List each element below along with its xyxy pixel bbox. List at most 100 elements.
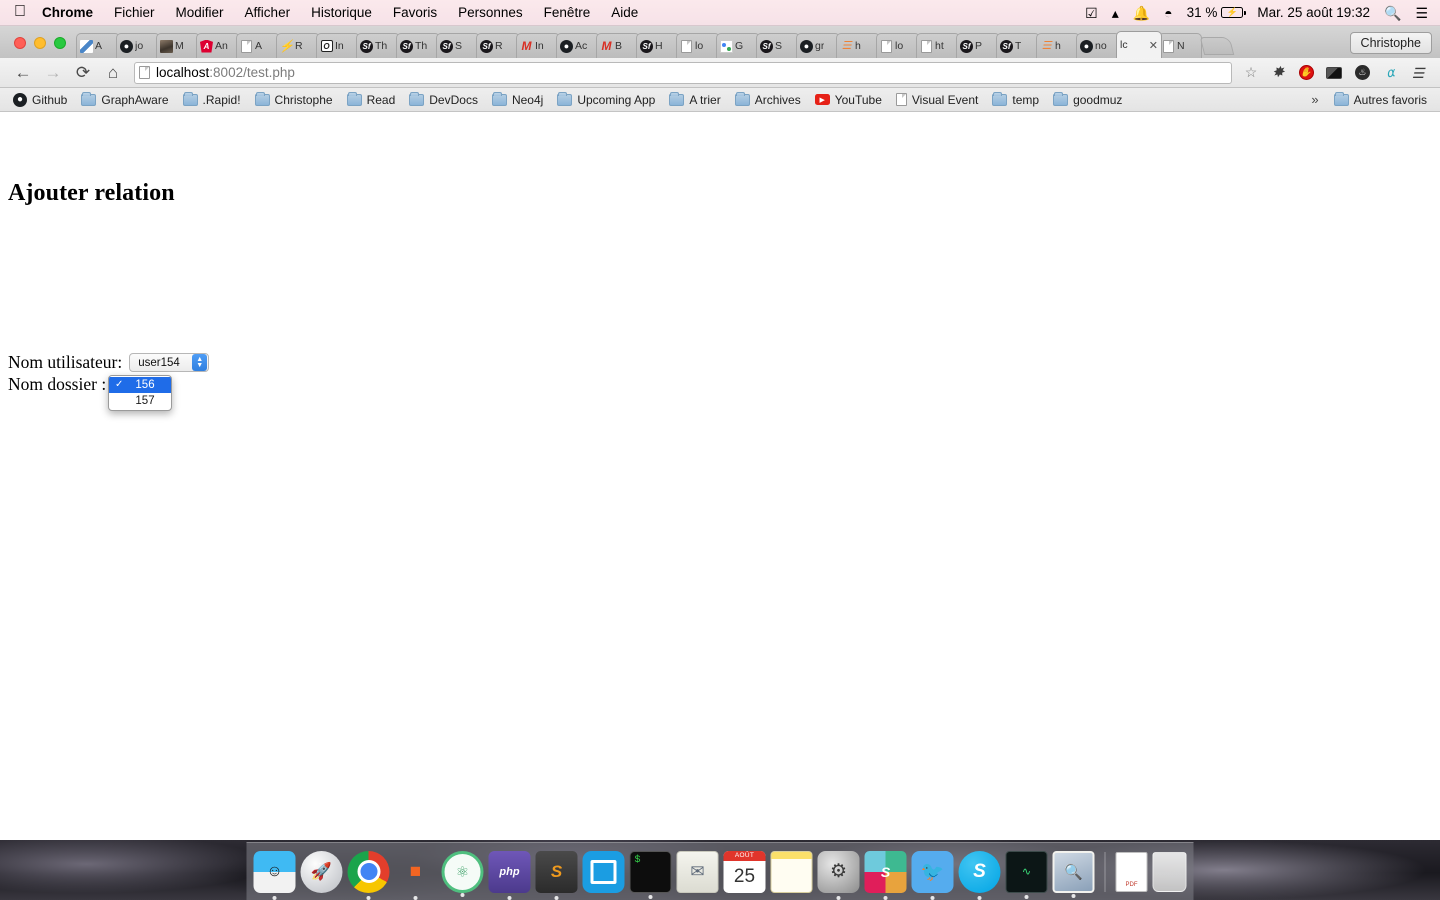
browser-tab[interactable]: A [76, 33, 120, 58]
bookmark-archives[interactable]: Archives [728, 91, 808, 108]
bookmark-a-trier[interactable]: A trier [662, 91, 727, 108]
dock-item-sequel-pro[interactable] [582, 850, 625, 893]
menu-item-aide[interactable]: Aide [611, 5, 638, 20]
notification-center-icon[interactable]: ☰ [1415, 6, 1428, 20]
spotlight-search-icon[interactable]: 🔍 [1384, 6, 1401, 20]
browser-tab[interactable]: MB [596, 33, 640, 58]
browser-tab[interactable]: Sf H [636, 33, 680, 58]
dock-item-twitter[interactable]: 🐦 [911, 850, 954, 900]
browser-tab[interactable]: Sf Th [356, 33, 400, 58]
browser-tab[interactable]: Sf Th [396, 33, 440, 58]
dock-item-pdf-document[interactable]: PDF [1115, 851, 1148, 892]
browser-tab[interactable]: ht [916, 33, 960, 58]
apple-icon[interactable]:  [14, 3, 26, 20]
dock-item-preview[interactable]: 🔍 [1052, 850, 1095, 898]
menu-item-historique[interactable]: Historique [311, 5, 372, 20]
dock-item-slack[interactable]: S [864, 850, 907, 900]
browser-tab[interactable]: ● jo [116, 33, 160, 58]
bookmark-christophe[interactable]: Christophe [248, 91, 340, 108]
dock-item-mail[interactable]: ✉ [676, 850, 719, 893]
browser-tab[interactable]: A An [196, 33, 240, 58]
browser-tab[interactable]: ⚡ R [276, 33, 320, 58]
bell-icon[interactable]: 🔔 [1133, 6, 1150, 20]
bookmark-neo4j[interactable]: Neo4j [485, 91, 550, 108]
browser-tab[interactable]: Sf R [476, 33, 520, 58]
home-icon[interactable]: ⌂ [98, 64, 128, 81]
bookmarks-overflow-chevron[interactable]: » [1303, 92, 1326, 107]
browser-tab[interactable]: A [236, 33, 280, 58]
bookmark-youtube[interactable]: ▶ YouTube [808, 92, 889, 108]
gear-extension-icon[interactable]: ✸ [1264, 65, 1292, 80]
bookmark-graphaware[interactable]: GraphAware [74, 91, 175, 108]
bookmark-rapid[interactable]: .Rapid! [176, 91, 248, 108]
dock-item-trash[interactable] [1152, 851, 1187, 892]
close-tab-icon[interactable]: ✕ [1149, 39, 1158, 52]
dock-item-activity-monitor[interactable]: ∿ [1005, 850, 1048, 899]
dock-item-atom[interactable]: ⚛ [441, 850, 484, 897]
bookmark-github[interactable]: ● Github [6, 92, 74, 108]
adblock-extension-icon[interactable]: ✋ [1292, 65, 1320, 80]
forward-arrow-icon[interactable]: → [38, 64, 68, 81]
menu-item-modifier[interactable]: Modifier [176, 5, 224, 20]
page-info-icon[interactable] [139, 66, 150, 79]
browser-tab[interactable]: M [156, 33, 200, 58]
browser-tab[interactable]: Sf T [996, 33, 1040, 58]
wifi-icon[interactable]: ◓ [1164, 6, 1172, 20]
dock-item-launchpad[interactable]: 🚀 [300, 850, 343, 893]
browser-tab[interactable]: O In [316, 33, 360, 58]
close-window-button[interactable] [14, 37, 26, 49]
bookmark-upcoming-app[interactable]: Upcoming App [550, 91, 662, 108]
profile-button[interactable]: Christophe [1349, 32, 1432, 54]
dropdown-option[interactable]: 157 [109, 393, 171, 409]
browser-tab-active[interactable]: lc ✕ [1116, 31, 1162, 58]
menu-item-favoris[interactable]: Favoris [393, 5, 437, 20]
menu-item-chrome[interactable]: Chrome [42, 5, 93, 20]
dock-item-finder[interactable]: ☺ [253, 850, 296, 900]
browser-tab[interactable]: Sf S [436, 33, 480, 58]
dock-item-notes[interactable] [770, 850, 813, 893]
dock-item-system-preferences[interactable]: ⚙ [817, 850, 860, 900]
browser-tab[interactable]: lo [876, 33, 920, 58]
menu-item-fichier[interactable]: Fichier [114, 5, 155, 20]
browser-tab[interactable]: Sf S [756, 33, 800, 58]
browser-tab[interactable]: lo [676, 33, 720, 58]
back-arrow-icon[interactable]: ← [8, 64, 38, 81]
bookmark-goodmuz[interactable]: goodmuz [1046, 91, 1129, 108]
browser-tab[interactable]: G [716, 33, 760, 58]
bookmark-temp[interactable]: temp [985, 91, 1046, 108]
new-tab-button[interactable] [1199, 37, 1235, 55]
dock-item-phpstorm[interactable]: ■ [395, 851, 437, 900]
dock-item-calendar[interactable]: AOÛT 25 [723, 850, 766, 893]
google-drive-icon[interactable]: ▴ [1112, 6, 1119, 20]
dropdown-option-selected[interactable]: ✓ 156 [109, 377, 171, 393]
menu-item-afficher[interactable]: Afficher [245, 5, 291, 20]
folder-name-dropdown-popup[interactable]: ✓ 156 157 [108, 375, 172, 411]
menu-item-personnes[interactable]: Personnes [458, 5, 523, 20]
battery-status[interactable]: 31 % ⚡ [1187, 5, 1246, 20]
reload-icon[interactable]: ⟳ [68, 64, 98, 81]
browser-tab[interactable]: Sf P [956, 33, 1000, 58]
browser-tab[interactable]: M In [516, 33, 560, 58]
browser-tab[interactable]: ☰ h [1036, 33, 1080, 58]
browser-tab[interactable]: ● no [1076, 33, 1120, 58]
dock-item-php[interactable]: php [488, 850, 531, 900]
chrome-menu-icon[interactable]: ☰ [1404, 66, 1432, 80]
bookmark-star-icon[interactable]: ☆ [1238, 64, 1264, 81]
checkmark-circle-icon[interactable]: ☑ [1085, 6, 1098, 20]
browser-tab[interactable]: N [1158, 33, 1202, 58]
console-extension-icon[interactable] [1320, 66, 1348, 79]
bookmark-other-favorites[interactable]: Autres favoris [1327, 91, 1434, 108]
dock-item-google-chrome[interactable] [347, 850, 390, 900]
fire-extension-icon[interactable]: ♨ [1348, 65, 1376, 80]
browser-tab[interactable]: ● gr [796, 33, 840, 58]
browser-tab[interactable]: ● Ac [556, 33, 600, 58]
address-bar[interactable]: localhost:8002/test.php [134, 61, 1232, 84]
bookmark-devdocs[interactable]: DevDocs [402, 91, 485, 108]
bookmark-read[interactable]: Read [340, 91, 403, 108]
menu-bar-datetime[interactable]: Mar. 25 août 19:32 [1257, 5, 1370, 20]
colorpicker-extension-icon[interactable]: ⍺ [1376, 64, 1404, 80]
minimize-window-button[interactable] [34, 37, 46, 49]
user-name-select[interactable]: user154 ▲ ▼ [129, 353, 210, 372]
browser-tab[interactable]: ☰ h [836, 33, 880, 58]
dock-item-sublime-text[interactable]: S [535, 850, 578, 900]
